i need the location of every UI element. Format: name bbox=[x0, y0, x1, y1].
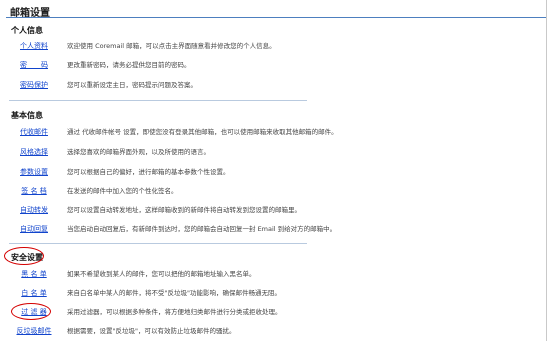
row-description: 您可以根据自己的偏好，进行邮箱的基本参数个性设置。 bbox=[67, 168, 230, 176]
row-description: 当您启动自动回复后，有新邮件到达时，您的邮箱会自动回复一封 Email 到给对方… bbox=[67, 225, 337, 233]
title-divider bbox=[6, 17, 546, 18]
settings-row: 自动回复 当您启动自动回复后，有新邮件到达时，您的邮箱会自动回复一封 Email… bbox=[0, 223, 554, 235]
row-description: 您可以设置自动转发地址，这样邮箱收到的新邮件将自动转发到您设置的邮箱里。 bbox=[67, 206, 301, 214]
row-description: 选择您喜欢的邮箱界面外观，以及所使用的语言。 bbox=[67, 148, 210, 156]
theme-link[interactable]: 风格选择 bbox=[4, 146, 64, 158]
settings-row: 自动转发 您可以设置自动转发地址，这样邮箱收到的新邮件将自动转发到您设置的邮箱里… bbox=[0, 204, 554, 216]
settings-row: 个人资料 欢迎使用 Coremail 邮箱，可以点击主界面随意看并修改您的个人信… bbox=[0, 40, 554, 52]
row-description: 通过 代收邮件帐号 设置，即使您没有登录其他邮箱，也可以使用邮箱来收取其他邮箱的… bbox=[67, 128, 338, 136]
settings-row: 参数设置 您可以根据自己的偏好，进行邮箱的基本参数个性设置。 bbox=[0, 166, 554, 178]
section-divider bbox=[9, 243, 307, 244]
settings-row: 密码保护 您可以重新设定主日，密码提示问题及答案。 bbox=[0, 79, 554, 91]
settings-row: 代收邮件 通过 代收邮件帐号 设置，即使您没有登录其他邮箱，也可以使用邮箱来收取… bbox=[0, 126, 554, 138]
settings-row: 风格选择 选择您喜欢的邮箱界面外观，以及所使用的语言。 bbox=[0, 146, 554, 158]
password-protection-link[interactable]: 密码保护 bbox=[4, 79, 64, 91]
settings-row: 黑 名 单 如果不希望收到某人的邮件，您可以把他的邮箱地址输入黑名单。 bbox=[0, 268, 554, 280]
row-description: 您可以重新设定主日，密码提示问题及答案。 bbox=[67, 81, 197, 89]
annotation-circle-filter bbox=[11, 303, 51, 320]
row-description: 根据需要，设置"反垃圾"，可以有效防止垃圾邮件的骚扰。 bbox=[67, 327, 236, 335]
mail-settings-page: 邮箱设置 个人信息 个人资料 欢迎使用 Coremail 邮箱，可以点击主界面随… bbox=[0, 0, 554, 341]
preferences-link[interactable]: 参数设置 bbox=[4, 166, 64, 178]
settings-row: 密 码 更改重新密码，请务必提供您目前的密码。 bbox=[0, 59, 554, 71]
section-title-personal: 个人信息 bbox=[11, 26, 43, 35]
row-description: 如果不希望收到某人的邮件，您可以把他的邮箱地址输入黑名单。 bbox=[67, 270, 256, 278]
row-description: 采用过滤器，可以根据多种条件，将方便地归类邮件进行分类或拒收处理。 bbox=[67, 308, 282, 316]
auto-reply-link[interactable]: 自动回复 bbox=[4, 223, 64, 235]
antispam-link[interactable]: 反垃圾邮件 bbox=[4, 325, 64, 337]
row-description: 更改重新密码，请务必提供您目前的密码。 bbox=[67, 61, 191, 69]
fetch-mail-link[interactable]: 代收邮件 bbox=[4, 126, 64, 138]
settings-row: 反垃圾邮件 根据需要，设置"反垃圾"，可以有效防止垃圾邮件的骚扰。 bbox=[0, 325, 554, 337]
whitelist-link[interactable]: 白 名 单 bbox=[4, 287, 64, 299]
section-title-basic: 基本信息 bbox=[11, 111, 43, 120]
row-description: 来自白名单中某人的邮件，将不受"反垃圾"功能影响，确保邮件畅通无阻。 bbox=[67, 289, 281, 297]
annotation-circle-security bbox=[4, 247, 44, 265]
auto-forward-link[interactable]: 自动转发 bbox=[4, 204, 64, 216]
profile-link[interactable]: 个人资料 bbox=[4, 40, 64, 52]
signature-link[interactable]: 签 名 档 bbox=[4, 185, 64, 197]
blacklist-link[interactable]: 黑 名 单 bbox=[4, 268, 64, 280]
settings-row: 签 名 档 在发送的邮件中加入您的个性化签名。 bbox=[0, 185, 554, 197]
settings-row: 白 名 单 来自白名单中某人的邮件，将不受"反垃圾"功能影响，确保邮件畅通无阻。 bbox=[0, 287, 554, 299]
row-description: 在发送的邮件中加入您的个性化签名。 bbox=[67, 187, 178, 195]
settings-row: 过 滤 器 采用过滤器，可以根据多种条件，将方便地归类邮件进行分类或拒收处理。 bbox=[0, 306, 554, 318]
password-link[interactable]: 密 码 bbox=[4, 59, 64, 71]
row-description: 欢迎使用 Coremail 邮箱，可以点击主界面随意看并修改您的个人信息。 bbox=[67, 42, 276, 50]
frame-edge bbox=[546, 0, 547, 341]
section-divider bbox=[9, 100, 307, 101]
